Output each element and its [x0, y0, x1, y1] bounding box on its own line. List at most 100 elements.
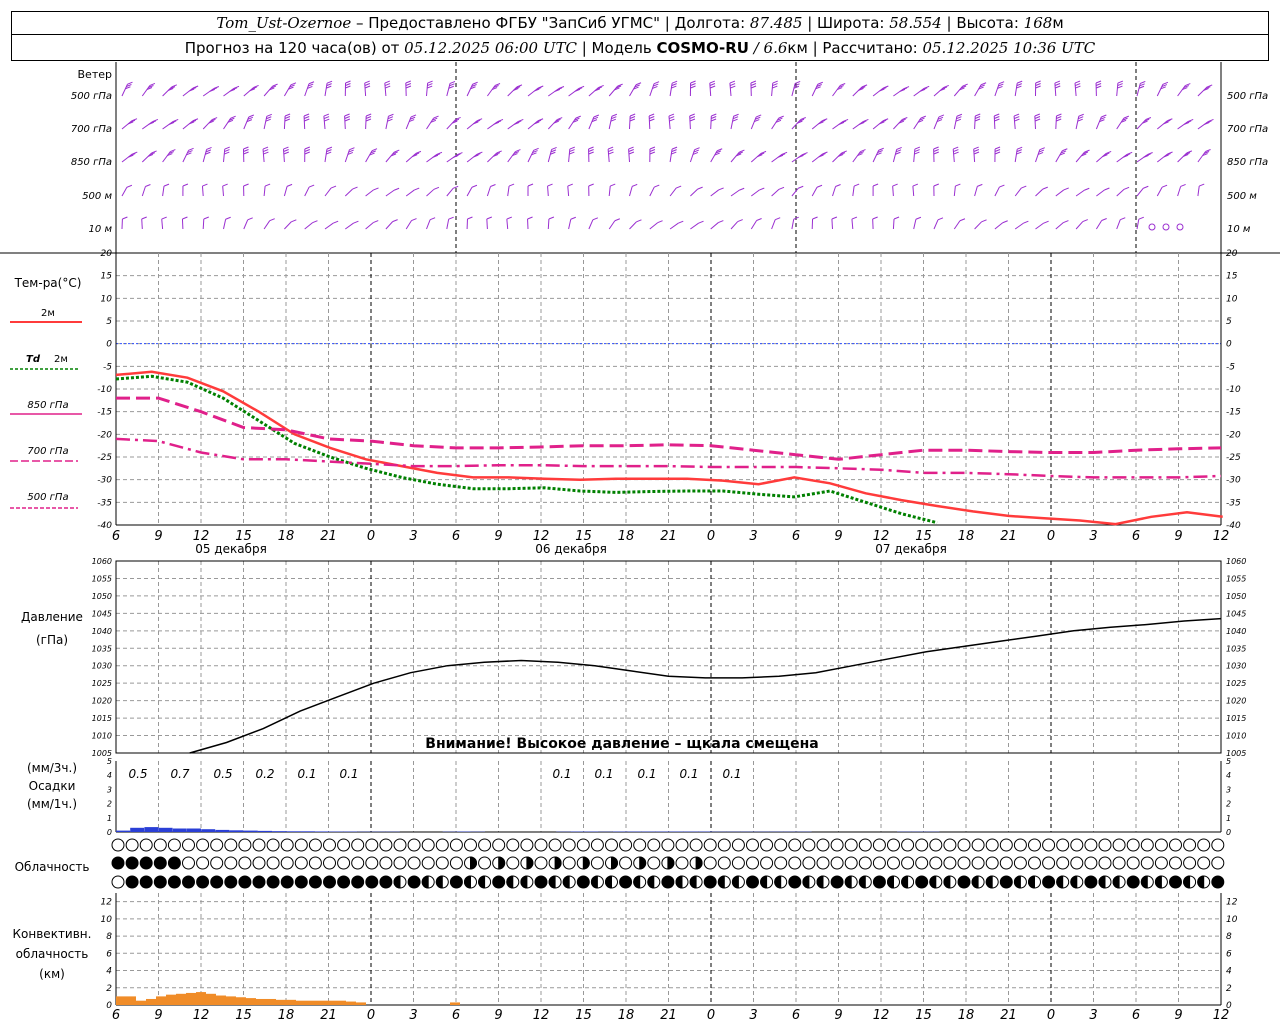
cloud-symbol: [590, 856, 604, 870]
cloud-symbol: [478, 838, 492, 852]
wind-barb-staff: [1035, 188, 1044, 197]
cloud-symbol: [464, 838, 477, 852]
wind-barb-feather: [1021, 185, 1027, 189]
cloud-half: [689, 875, 697, 889]
cloud-symbol: [421, 838, 435, 852]
conv-title-2: облачность: [16, 947, 89, 961]
conv-xtick-26: 12: [1213, 1008, 1230, 1023]
cloud-symbol: [1183, 838, 1197, 852]
wind-barb-feather: [1035, 83, 1041, 86]
conv-xtick-0: 6: [112, 1008, 120, 1023]
conv-bars: [116, 992, 460, 1005]
pressure-warning: Внимание! Высокое давление – щкала смеще…: [425, 736, 818, 752]
conv-bar-16: [276, 999, 286, 1005]
cloud-symbol: [1112, 838, 1126, 852]
temp-tick-right-2: -30: [1226, 476, 1241, 486]
wind-barb-feather: [323, 116, 330, 120]
cloud-symbol: [1126, 856, 1140, 870]
cloud-symbol: [280, 875, 294, 889]
wind-barb-feather: [1185, 83, 1191, 87]
legend-t2m-label: 2м: [41, 308, 55, 319]
wind-barb-staff: [344, 188, 353, 197]
press-tick-left-9: 1050: [92, 592, 112, 601]
cloud-symbol: [1126, 875, 1140, 889]
wind-barb-feather: [998, 81, 1005, 85]
cloud-symbol: [1013, 838, 1027, 852]
wind-barb-feather: [835, 184, 841, 187]
legend-td2m-label: 2м: [54, 354, 68, 365]
temp-tick-left-8: 0: [106, 340, 112, 350]
cloud-symbol: [562, 838, 576, 852]
wind-barb-feather: [345, 83, 351, 86]
wind-barb-feather: [750, 83, 757, 86]
conv-xtick-22: 0: [1047, 1008, 1055, 1023]
cloud-symbol: [1013, 856, 1027, 870]
conv-bar-9: [206, 993, 216, 1005]
wind-barb-staff: [851, 218, 854, 230]
wind-barb-feather: [914, 149, 920, 153]
conv-bar-6: [176, 993, 186, 1005]
wind-barb-feather: [122, 216, 128, 220]
wind-barb-feather: [629, 118, 636, 122]
conv-tick-left-2: 4: [106, 967, 112, 977]
wind-barb-staff: [568, 219, 572, 230]
wind-barb-feather: [730, 85, 736, 89]
cloud-symbol: [435, 838, 449, 852]
wind-barb-feather: [617, 83, 623, 87]
wind-barb-feather: [778, 186, 785, 190]
temp-tick-left-0: -40: [97, 521, 112, 531]
cloud-symbol: [407, 838, 421, 852]
wind-barb-feather: [1117, 83, 1123, 87]
wind-barb-staff: [547, 218, 550, 230]
cloud-half: [611, 856, 618, 870]
wind-barb-feather: [896, 146, 902, 150]
cloud-half: [717, 875, 725, 889]
temp-xtick-4: 18: [278, 529, 295, 544]
cloud-half: [1070, 875, 1078, 889]
wind-barb-feather: [405, 80, 411, 84]
wind-barb-feather: [1205, 149, 1211, 152]
wind-barb-feather: [933, 149, 939, 152]
wind-barb-feather: [224, 149, 230, 153]
wind-barb-feather: [303, 116, 310, 119]
cloud-symbol: [252, 856, 266, 870]
wind-level-right-2: 850 гПа: [1227, 157, 1268, 168]
cloud-symbol: [774, 838, 788, 852]
wind-barb-feather: [548, 216, 555, 220]
wind-barb-feather: [427, 83, 433, 87]
cloud-symbol: [478, 856, 492, 870]
conv-bar-19: [306, 1000, 316, 1005]
wind-barb-feather: [689, 113, 695, 117]
series-t2m-line: [115, 370, 1223, 526]
temp-tick-right-9: 5: [1226, 317, 1232, 327]
wind-barb-feather: [816, 184, 823, 188]
conv-bar-22: [336, 1000, 346, 1005]
cloud-symbol: [365, 838, 379, 852]
wind-barb-feather: [953, 151, 959, 155]
wind-barb-feather: [588, 151, 594, 155]
wind-barb-staff: [1055, 189, 1065, 197]
wind-barb-feather: [648, 113, 655, 117]
wind-barb-staff: [1095, 220, 1103, 230]
conv-bar-21: [326, 1000, 336, 1005]
cloud-symbol: [280, 838, 294, 852]
cloud-half: [582, 856, 590, 870]
wind-barb-staff: [1075, 221, 1084, 230]
wind-barb-feather: [588, 183, 594, 187]
wind-calm-circle-0: [1148, 223, 1156, 231]
wind-barb-staff: [649, 186, 655, 197]
wind-barb-feather: [1056, 118, 1062, 122]
wind-barb-feather: [690, 83, 696, 86]
cloud-symbol: [1042, 856, 1056, 870]
press-tick-right-1: 1010: [1226, 732, 1246, 741]
precip-title-1: (мм/3ч.): [27, 761, 77, 775]
cloud-symbol: [915, 856, 929, 870]
wind-barb-staff: [243, 219, 249, 230]
wind-barb-feather: [433, 186, 440, 190]
temp-tick-right-3: -25: [1226, 453, 1241, 463]
precip-3h-label-7: 0.1: [594, 767, 613, 781]
wind-barb-staff: [324, 187, 332, 197]
cloud-symbol: [887, 838, 900, 852]
cloud-symbol: [830, 838, 844, 852]
cloud-symbol: [365, 875, 379, 889]
